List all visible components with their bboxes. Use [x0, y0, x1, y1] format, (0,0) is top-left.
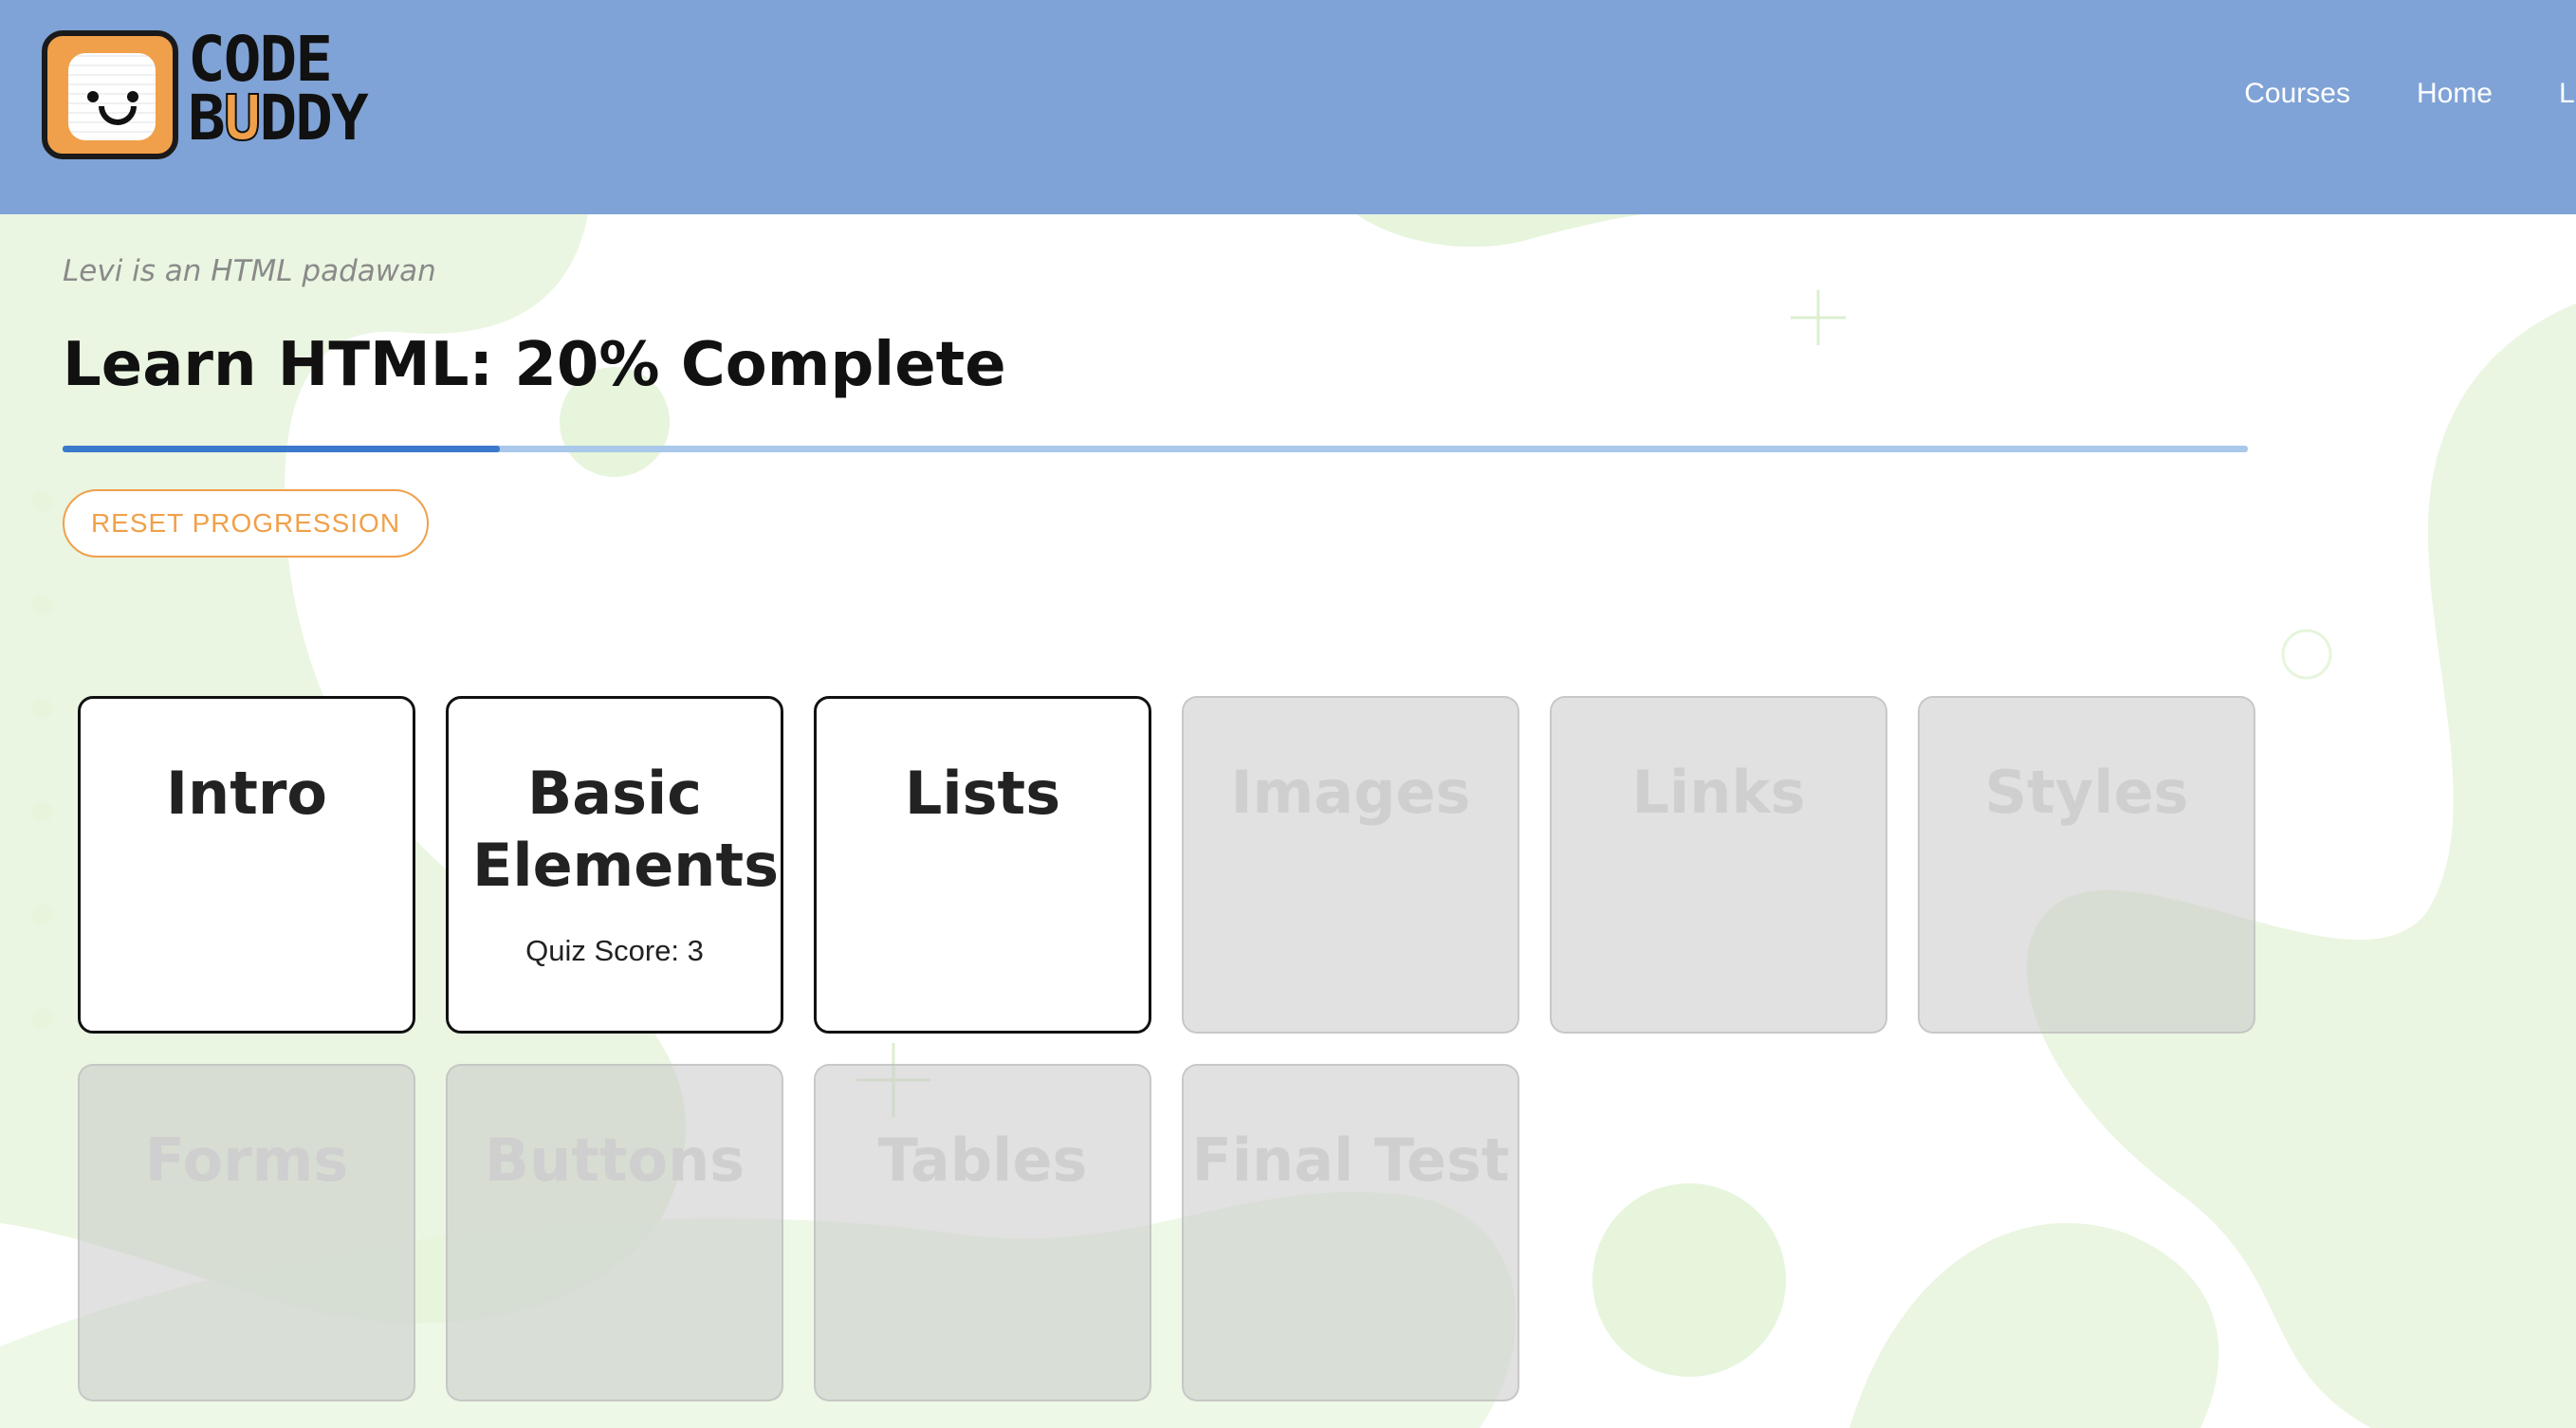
top-blob — [1356, 214, 1650, 247]
lesson-card-links: Links — [1550, 696, 1887, 1034]
progress-bar-fill — [63, 446, 500, 452]
outline-circle — [2281, 629, 2332, 680]
nav-home[interactable]: Home — [2417, 78, 2493, 110]
lesson-title: Links — [1631, 758, 1806, 827]
lesson-card-intro[interactable]: Intro — [78, 696, 415, 1034]
codebuddy-logo[interactable]: CODE BUDDY — [42, 23, 421, 163]
lesson-title: Images — [1230, 758, 1471, 827]
lesson-title: Intro — [165, 759, 327, 828]
lesson-title: Lists — [904, 759, 1061, 828]
lesson-card-tables: Tables — [814, 1064, 1151, 1401]
nav-courses[interactable]: Courses — [2244, 78, 2350, 110]
top-navbar: CODE BUDDY Courses Home L — [0, 0, 2576, 214]
lesson-card-images: Images — [1182, 696, 1519, 1034]
lesson-title: Styles — [1984, 758, 2189, 827]
lesson-card-final-test: Final Test — [1182, 1064, 1519, 1401]
lesson-title: Buttons — [484, 1126, 745, 1195]
nav-item-cut-off[interactable]: L — [2559, 78, 2576, 110]
lesson-card-buttons: Buttons — [446, 1064, 783, 1401]
lesson-title: Tables — [877, 1126, 1088, 1195]
page-title: Learn HTML: 20% Complete — [63, 330, 1006, 400]
user-rank-text: Levi is an HTML padawan — [63, 254, 436, 288]
lesson-title: Basic Elements — [472, 759, 779, 900]
quiz-score: Quiz Score: 3 — [525, 934, 704, 967]
logo-wordmark: CODE BUDDY — [188, 23, 369, 155]
progress-bar — [63, 446, 2248, 452]
logo-mascot-icon — [42, 30, 178, 159]
lesson-card-styles: Styles — [1918, 696, 2255, 1034]
lesson-card-lists[interactable]: Lists — [814, 696, 1151, 1034]
reset-progression-button[interactable]: RESET PROGRESSION — [63, 489, 429, 558]
main-nav: Courses Home L — [2244, 78, 2576, 110]
lesson-card-basic-elements[interactable]: Basic Elements Quiz Score: 3 — [446, 696, 783, 1034]
lesson-title: Forms — [144, 1126, 349, 1195]
lesson-card-forms: Forms — [78, 1064, 415, 1401]
lesson-grid: Intro Basic Elements Quiz Score: 3 Lists… — [78, 696, 2255, 1401]
lesson-title: Final Test — [1191, 1126, 1510, 1195]
